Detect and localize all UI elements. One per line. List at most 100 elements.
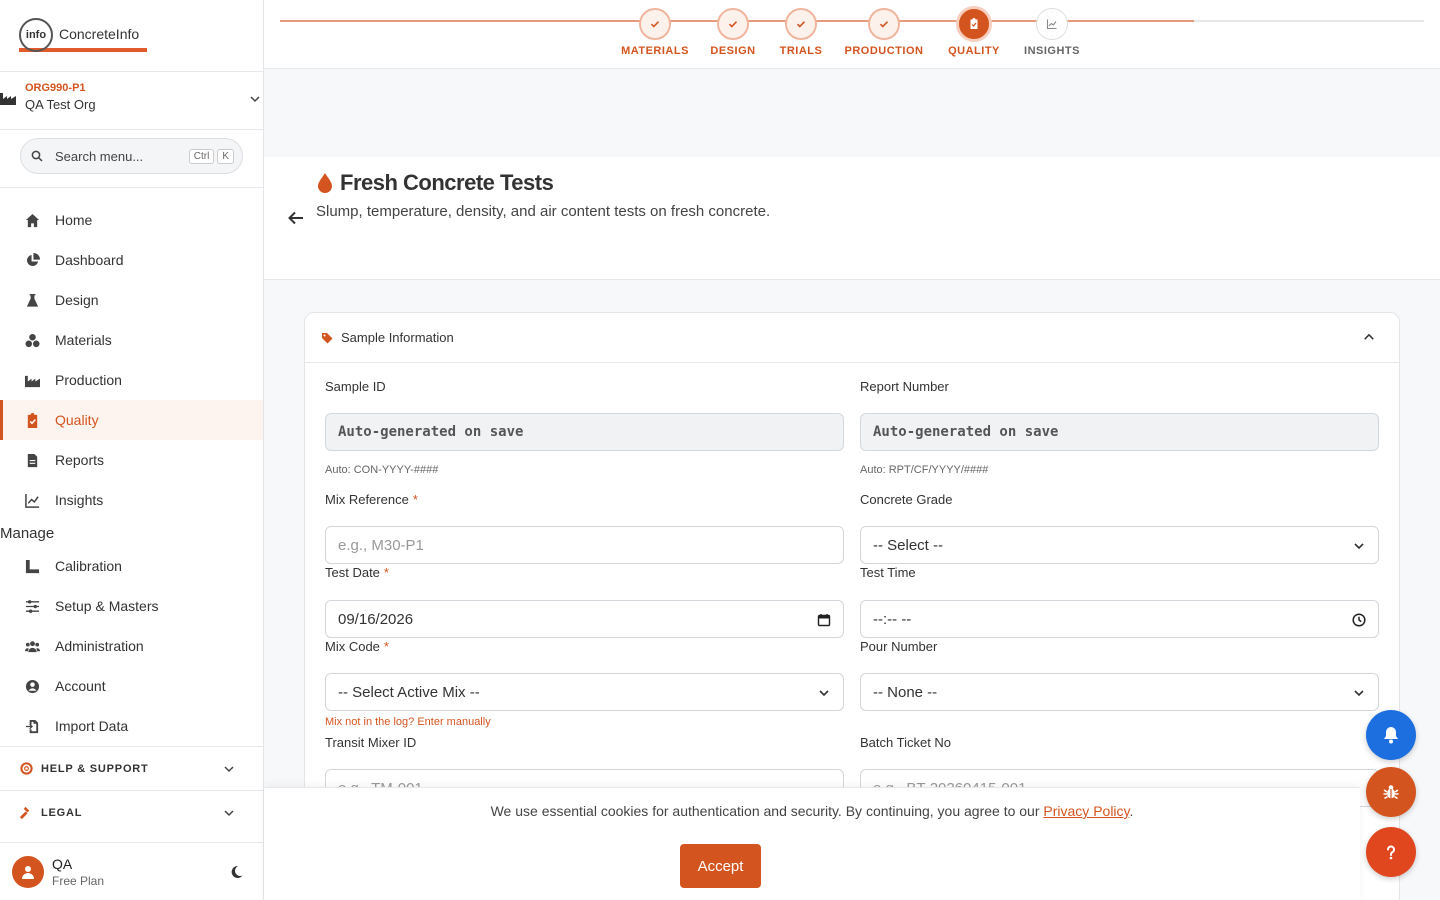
factory-icon bbox=[0, 93, 16, 105]
sidebar-item-label: Quality bbox=[55, 412, 99, 428]
step-materials[interactable]: MATERIALS bbox=[615, 8, 695, 57]
arrow-left-icon[interactable] bbox=[286, 208, 306, 228]
moon-icon[interactable] bbox=[229, 865, 243, 879]
field-label-text: Test Date bbox=[325, 565, 380, 580]
field-label-text: Mix Code bbox=[325, 639, 380, 654]
sidebar-item-insights[interactable]: Insights bbox=[0, 480, 263, 520]
chevron-down-icon bbox=[819, 690, 829, 697]
test-time-field: Test Time --:-- -- bbox=[860, 565, 1379, 638]
mix-code-select[interactable]: -- Select Active Mix -- bbox=[325, 673, 844, 711]
sample-id-field: Sample ID Auto-generated on save Auto: C… bbox=[325, 379, 844, 476]
pour-number-select[interactable]: -- None -- bbox=[860, 673, 1379, 711]
step-status bbox=[717, 8, 749, 40]
org-code: ORG990-P1 bbox=[25, 82, 86, 94]
bug-icon bbox=[1383, 785, 1399, 800]
step-insights[interactable]: INSIGHTS bbox=[1012, 8, 1092, 57]
org-switcher[interactable]: ORG990-P1 QA Test Org bbox=[0, 72, 263, 130]
sidebar-item-dashboard[interactable]: Dashboard bbox=[0, 240, 263, 280]
bell-icon bbox=[1384, 727, 1398, 744]
check-icon bbox=[650, 21, 660, 28]
field-label: Pour Number bbox=[860, 639, 938, 654]
field-label: Batch Ticket No bbox=[860, 735, 952, 750]
step-status bbox=[785, 8, 817, 40]
cubes-icon bbox=[25, 333, 40, 347]
sidebar-item-account[interactable]: Account bbox=[0, 666, 263, 706]
factory-icon bbox=[25, 375, 40, 387]
legal-group[interactable]: LEGAL bbox=[0, 790, 263, 834]
privacy-policy-link[interactable]: Privacy Policy bbox=[1043, 803, 1129, 819]
user-plan: Free Plan bbox=[52, 873, 105, 888]
field-label: Test Time bbox=[860, 565, 916, 580]
page-title: Fresh Concrete Tests bbox=[340, 170, 554, 195]
field-label-text: Mix Reference bbox=[325, 492, 409, 507]
search-icon bbox=[31, 150, 43, 162]
clock-icon[interactable] bbox=[1352, 613, 1366, 627]
brand-logo[interactable]: info ConcreteInfo bbox=[19, 17, 148, 52]
concrete-grade-select[interactable]: -- Select -- bbox=[860, 526, 1379, 564]
sidebar-item-design[interactable]: Design bbox=[0, 280, 263, 320]
gavel-icon bbox=[20, 806, 30, 819]
user-circle-icon bbox=[25, 679, 40, 693]
sidebar-item-import[interactable]: Import Data bbox=[0, 706, 263, 746]
accept-cookies-button[interactable]: Accept bbox=[680, 844, 761, 888]
flask-icon bbox=[26, 293, 39, 307]
sidebar-item-reports[interactable]: Reports bbox=[0, 440, 263, 480]
sidebar-item-home[interactable]: Home bbox=[0, 200, 263, 240]
step-trials[interactable]: TRIALS bbox=[761, 8, 841, 57]
sidebar-item-calibration[interactable]: Calibration bbox=[0, 546, 263, 586]
field-label: Test Date * bbox=[325, 565, 844, 580]
sidebar-item-administration[interactable]: Administration bbox=[0, 626, 263, 666]
test-date-input[interactable]: 09/16/2026 bbox=[325, 600, 844, 638]
transit-mixer-field: Transit Mixer ID e.g., TM-001 bbox=[325, 735, 844, 807]
section-header[interactable]: Sample Information bbox=[305, 313, 1399, 363]
cookie-message: We use essential cookies for authenticat… bbox=[264, 803, 1360, 819]
chevron-down-icon bbox=[224, 810, 234, 817]
notifications-button[interactable] bbox=[1366, 710, 1416, 760]
sidebar-item-production[interactable]: Production bbox=[0, 360, 263, 400]
chevron-up-icon[interactable] bbox=[1363, 331, 1375, 343]
workflow-stepper: MATERIALS DESIGN TRIALS PRODUCTION QUALI… bbox=[264, 0, 1440, 69]
cookie-banner: We use essential cookies for authenticat… bbox=[264, 787, 1360, 900]
enter-manually-link[interactable]: Mix not in the log? Enter manually bbox=[325, 716, 491, 728]
clipboard-check-icon bbox=[27, 412, 38, 428]
test-time-input[interactable]: --:-- -- bbox=[860, 600, 1379, 638]
step-label: INSIGHTS bbox=[1024, 45, 1080, 57]
sidebar-item-label: Home bbox=[55, 212, 93, 228]
help-support-group[interactable]: HELP & SUPPORT bbox=[0, 746, 263, 790]
sidebar-item-label: Calibration bbox=[55, 558, 122, 574]
cookie-text: We use essential cookies for authenticat… bbox=[490, 803, 1044, 819]
legal-label: LEGAL bbox=[41, 806, 83, 819]
calendar-icon[interactable] bbox=[817, 613, 831, 627]
search-menu-input[interactable]: Search menu... Ctrl K bbox=[20, 138, 243, 174]
sidebar: info ConcreteInfo ORG990-P1 QA Test Org … bbox=[0, 0, 264, 900]
sidebar-item-label: Account bbox=[55, 678, 106, 694]
step-label: PRODUCTION bbox=[844, 45, 924, 57]
mix-reference-input[interactable]: e.g., M30-P1 bbox=[325, 526, 844, 564]
step-status bbox=[1036, 8, 1068, 40]
user-icon bbox=[22, 865, 34, 879]
sidebar-item-label: Production bbox=[55, 372, 122, 388]
field-hint: Auto: CON-YYYY-#### bbox=[325, 464, 439, 476]
concrete-grade-field: Concrete Grade -- Select -- bbox=[860, 492, 1379, 564]
logo-area: info ConcreteInfo bbox=[0, 0, 263, 72]
step-quality[interactable]: QUALITY bbox=[934, 6, 1014, 57]
help-button[interactable] bbox=[1366, 827, 1416, 877]
sidebar-item-quality[interactable]: Quality bbox=[0, 400, 263, 440]
report-bug-button[interactable] bbox=[1366, 767, 1416, 817]
droplet-icon bbox=[318, 173, 332, 193]
test-date-field: Test Date * 09/16/2026 bbox=[325, 565, 844, 638]
sidebar-item-materials[interactable]: Materials bbox=[0, 320, 263, 360]
chevron-down-icon bbox=[1354, 690, 1364, 697]
brand-name: ConcreteInfo bbox=[59, 25, 140, 42]
field-hint: Auto: RPT/CF/YYYY/#### bbox=[860, 464, 989, 476]
sidebar-item-setup[interactable]: Setup & Masters bbox=[0, 586, 263, 626]
user-profile[interactable]: QA Free Plan bbox=[0, 842, 263, 900]
user-name: QA bbox=[52, 855, 73, 872]
step-label: TRIALS bbox=[779, 45, 823, 57]
field-label: Sample ID bbox=[325, 379, 386, 394]
question-icon bbox=[1387, 845, 1395, 860]
clipboard-check-icon bbox=[970, 18, 978, 29]
step-production[interactable]: PRODUCTION bbox=[844, 8, 924, 57]
ruler-icon bbox=[25, 559, 40, 573]
title-row: Fresh Concrete Tests bbox=[316, 170, 554, 196]
